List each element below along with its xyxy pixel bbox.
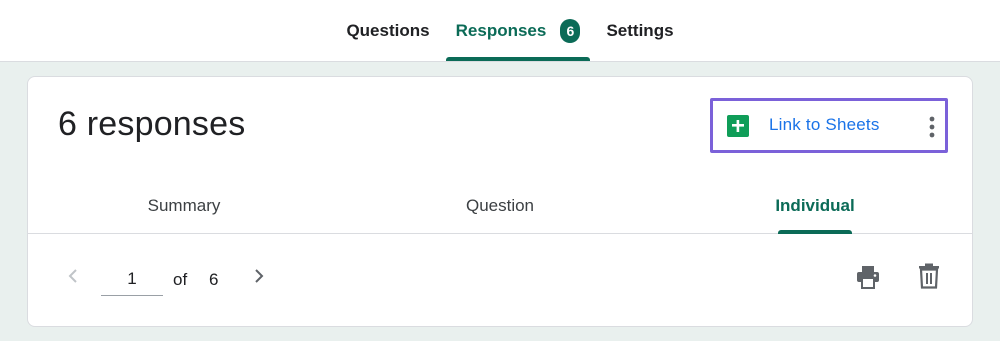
- tab-questions[interactable]: Questions: [340, 0, 436, 61]
- tab-summary-label: Summary: [147, 196, 221, 215]
- tab-responses-label: Responses: [455, 20, 547, 40]
- tab-question-label: Question: [465, 196, 535, 215]
- chevron-right-icon[interactable]: [252, 267, 266, 285]
- more-vert-icon[interactable]: [927, 115, 937, 139]
- active-subtab-indicator: [778, 230, 852, 234]
- response-view-tabs: Summary Question Individual: [28, 179, 972, 234]
- trash-icon[interactable]: [918, 263, 940, 289]
- tab-individual-label: Individual: [775, 196, 855, 215]
- pager-of-label: of: [173, 270, 188, 289]
- pager-total-pages: 6: [209, 270, 219, 289]
- active-tab-indicator: [446, 57, 590, 61]
- tab-individual[interactable]: Individual: [775, 179, 855, 234]
- tab-questions-label: Questions: [346, 20, 430, 40]
- responses-count-badge: 6: [560, 18, 581, 43]
- link-to-sheets-highlight: Link to Sheets: [710, 98, 948, 153]
- print-icon[interactable]: [855, 264, 881, 290]
- tab-question[interactable]: Question: [440, 179, 560, 233]
- top-tab-bar: Questions Responses 6 Settings: [0, 0, 1000, 62]
- chevron-left-icon[interactable]: [66, 267, 80, 285]
- tab-summary[interactable]: Summary: [124, 179, 244, 233]
- page-number-input[interactable]: [101, 263, 163, 296]
- tab-settings-label: Settings: [606, 20, 674, 40]
- google-sheets-icon[interactable]: [727, 115, 749, 137]
- responses-title: 6 responses: [58, 105, 246, 143]
- tab-settings[interactable]: Settings: [598, 0, 682, 61]
- responses-card: 6 responses Link to Sheets Summary Quest…: [27, 76, 973, 327]
- tab-responses[interactable]: Responses 6: [446, 0, 590, 61]
- link-to-sheets-button[interactable]: Link to Sheets: [769, 115, 880, 135]
